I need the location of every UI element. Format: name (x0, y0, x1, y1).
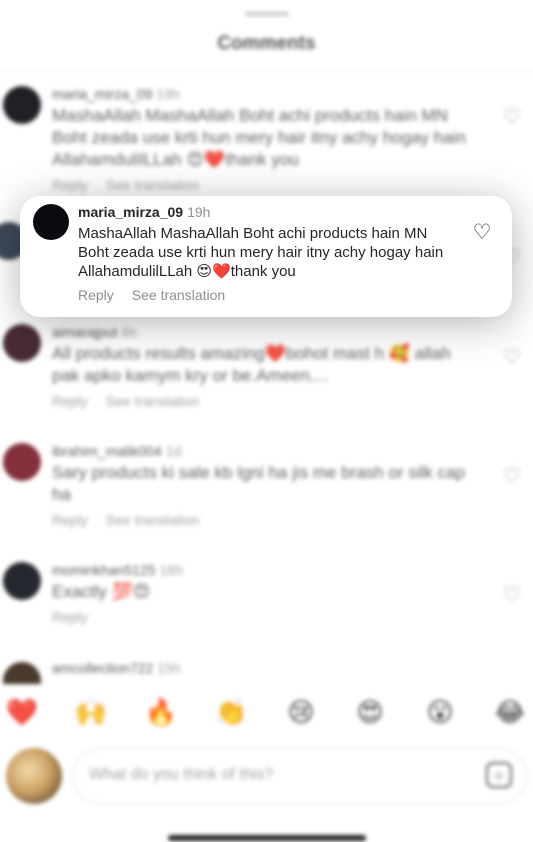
comment-time: 19h (187, 204, 211, 220)
focus-dim-overlay (0, 0, 533, 842)
comment-text: MashaAllah MashaAllah Boht achi products… (78, 225, 444, 280)
avatar[interactable] (33, 204, 69, 240)
highlighted-comment-card: maria_mirza_09 19h MashaAllah MashaAllah … (20, 196, 512, 317)
reply-button[interactable]: Reply (78, 287, 114, 303)
see-translation-button[interactable]: See translation (132, 287, 225, 303)
comment-actions: Reply See translation (78, 287, 462, 303)
comment-header: maria_mirza_09 19h (78, 204, 462, 220)
like-heart-icon[interactable]: ♡ (472, 222, 492, 243)
comment-body: maria_mirza_09 19h MashaAllah MashaAllah … (78, 204, 462, 303)
comment-username[interactable]: maria_mirza_09 (78, 204, 183, 220)
